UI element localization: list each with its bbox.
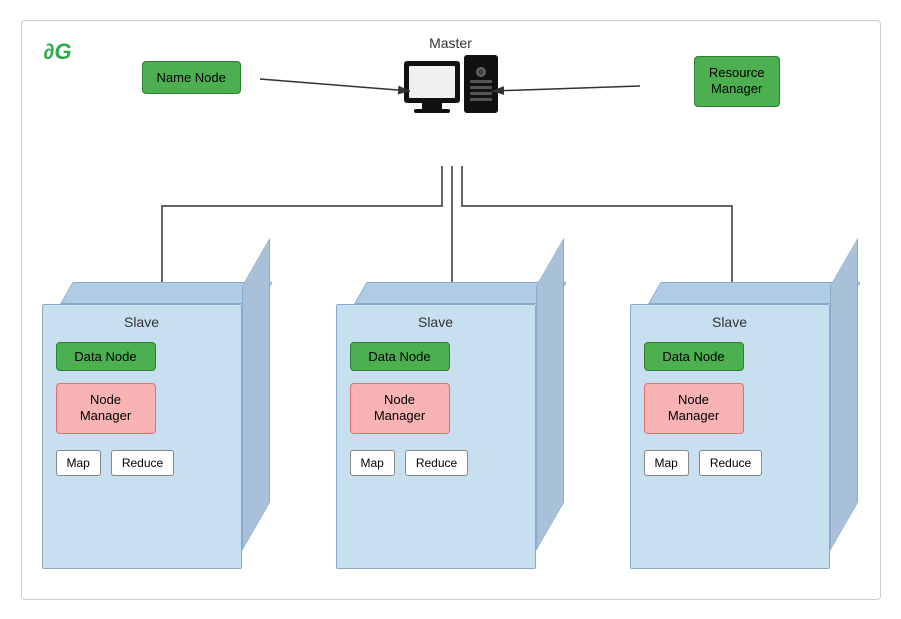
slave-3-node-manager: Node Manager: [644, 383, 744, 435]
slave-1-reduce: Reduce: [111, 450, 174, 476]
slave-3-map: Map: [644, 450, 689, 476]
cube-top-3: [648, 282, 861, 304]
computer-icon: [404, 55, 498, 113]
slave-1-map-reduce: Map Reduce: [56, 450, 228, 476]
slave-2-label: Slave: [350, 314, 522, 330]
slave-3-content: Slave Data Node Node Manager Map Reduce: [630, 304, 830, 569]
slave-3-label: Slave: [644, 314, 816, 330]
slave-3-data-node: Data Node: [644, 342, 744, 371]
slave-2-map-reduce: Map Reduce: [350, 450, 522, 476]
master-label: Master: [429, 35, 472, 51]
cube-top-1: [60, 282, 273, 304]
logo: ∂G: [44, 39, 72, 65]
slave-2-reduce: Reduce: [405, 450, 468, 476]
cube-right-1: [242, 237, 270, 550]
tower-line-1: [470, 80, 492, 83]
slave-1-data-node: Data Node: [56, 342, 156, 371]
tower-circle: [476, 67, 486, 77]
tower-line-2: [470, 86, 492, 89]
slave-3-reduce: Reduce: [699, 450, 762, 476]
cube-right-2: [536, 237, 564, 550]
slave-2-node-manager: Node Manager: [350, 383, 450, 435]
tower-icon: [464, 55, 498, 113]
slaves-row: Slave Data Node Node Manager Map Reduce …: [42, 279, 860, 569]
monitor-icon: [404, 61, 460, 103]
slave-1-content: Slave Data Node Node Manager Map Reduce: [42, 304, 242, 569]
tower-line-4: [470, 98, 492, 101]
slave-1-node-manager: Node Manager: [56, 383, 156, 435]
monitor-screen: [409, 66, 455, 98]
slave-1-label: Slave: [56, 314, 228, 330]
monitor-base: [414, 109, 450, 113]
name-node-box: Name Node: [142, 61, 241, 94]
slave-2-map: Map: [350, 450, 395, 476]
cube-top-2: [354, 282, 567, 304]
slave-3-cube: Slave Data Node Node Manager Map Reduce: [630, 279, 860, 569]
slave-1-cube: Slave Data Node Node Manager Map Reduce: [42, 279, 272, 569]
slave-1-map: Map: [56, 450, 101, 476]
diagram-container: ∂G Name Node Resource Manager Master: [21, 20, 881, 600]
slave-3-map-reduce: Map Reduce: [644, 450, 816, 476]
slave-2-content: Slave Data Node Node Manager Map Reduce: [336, 304, 536, 569]
tower-line-3: [470, 92, 492, 95]
resource-manager-box: Resource Manager: [694, 56, 780, 108]
slave-2-data-node: Data Node: [350, 342, 450, 371]
slave-2-cube: Slave Data Node Node Manager Map Reduce: [336, 279, 566, 569]
cube-right-3: [830, 237, 858, 550]
